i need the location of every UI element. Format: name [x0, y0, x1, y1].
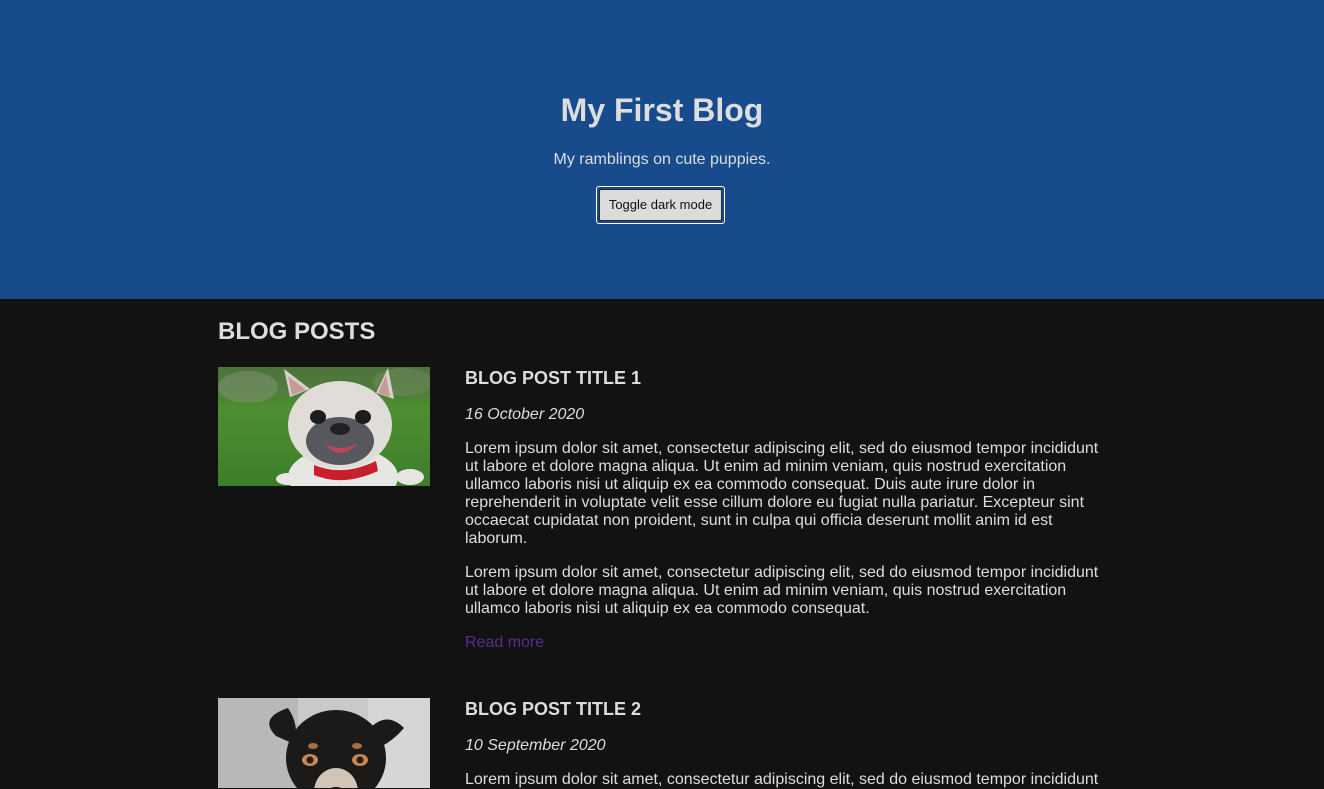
post-paragraph: Lorem ipsum dolor sit amet, consectetur …: [465, 440, 1099, 547]
toggle-dark-mode-button[interactable]: Toggle dark mode: [596, 186, 725, 224]
blog-post: BLOG POST TITLE 2 10 September 2020 Lore…: [218, 698, 1108, 788]
french-bulldog-photo: [218, 367, 430, 486]
section-title: BLOG POSTS: [218, 318, 376, 345]
post-date: 10 September 2020: [465, 737, 606, 754]
blog-post: BLOG POST TITLE 1 16 October 2020 Lorem …: [218, 367, 1108, 667]
terrier-photo: [218, 698, 430, 788]
post-image-french-bulldog: [218, 367, 430, 486]
post-title: BLOG POST TITLE 1: [465, 368, 642, 388]
post-date: 16 October 2020: [465, 406, 585, 423]
post-paragraph: Lorem ipsum dolor sit amet, consectetur …: [465, 771, 1099, 788]
post-paragraph: Lorem ipsum dolor sit amet, consectetur …: [465, 564, 1099, 617]
post-image-terrier: [218, 698, 430, 788]
toggle-dark-mode-label: Toggle dark mode: [599, 189, 722, 221]
blog-title: My First Blog: [560, 92, 764, 128]
hero-header: My First Blog My ramblings on cute puppi…: [0, 0, 1324, 299]
read-more-link[interactable]: Read more: [465, 634, 544, 652]
post-title: BLOG POST TITLE 2: [465, 699, 642, 719]
blog-tagline: My ramblings on cute puppies.: [553, 151, 771, 168]
